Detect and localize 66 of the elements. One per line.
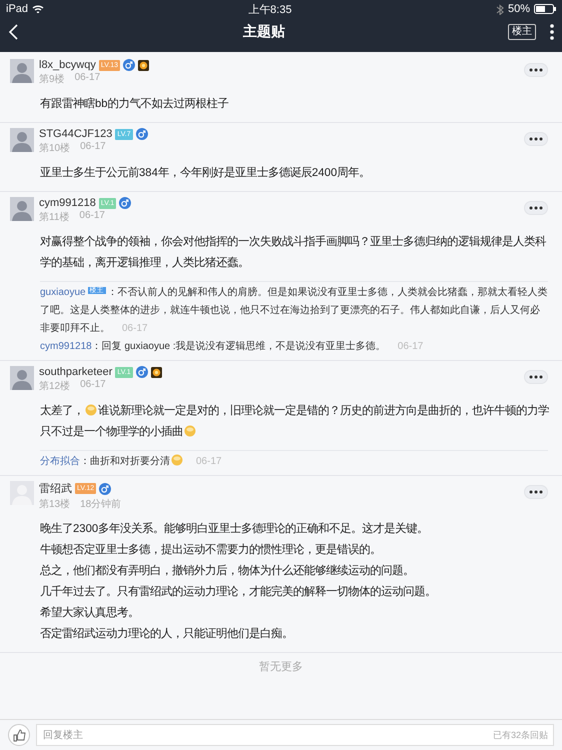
battery-icon	[534, 4, 556, 14]
emoji-icon	[171, 454, 183, 466]
floor-number: 第9楼	[39, 72, 65, 86]
wifi-icon	[32, 4, 44, 14]
post-time: 06-17	[80, 379, 106, 392]
emoji-icon	[184, 425, 196, 437]
male-icon	[123, 59, 135, 71]
reply-text: guxiaoyue $^{楼主}$ ：不否认前人的见解和伟人的肩膀。但是如果说没有亚里士多德，人类就会比猪蠢，那就太看轻人类了吧。这是人类整体的进步，就连牛顿也说，他只不过在海边拾到了更漂亮的石子。伟人都如此自谦，后人又何必非要叩拜不止。 06-17	[40, 285, 548, 336]
username[interactable]: cym991218	[39, 197, 96, 209]
male-icon	[119, 197, 132, 209]
floor-number: 第11楼	[39, 210, 70, 224]
more-icon[interactable]	[550, 24, 554, 40]
male-icon	[136, 366, 148, 378]
reply-time: 06-17	[196, 456, 222, 467]
post-time: 06-17	[79, 210, 105, 223]
post-time: 18分钟前	[80, 498, 122, 511]
username[interactable]: 雷绍武	[39, 481, 72, 496]
emoji-icon	[85, 404, 97, 416]
post-time: 06-17	[80, 141, 106, 154]
reply-time: 06-17	[122, 323, 148, 334]
owner-only-button[interactable]: 楼主	[508, 24, 536, 40]
male-icon	[136, 128, 148, 140]
more-icon	[529, 206, 543, 210]
more-icon	[529, 68, 543, 72]
floor-number: 第13楼	[39, 498, 70, 511]
battery-percent: 50%	[508, 3, 530, 15]
clock: 上午8:35	[247, 2, 293, 16]
floor-number: 第10楼	[39, 142, 70, 155]
avatar-icon	[10, 366, 34, 390]
avatar-icon	[10, 59, 34, 83]
male-icon	[99, 482, 112, 494]
bluetooth-icon	[496, 4, 504, 14]
post-time: 06-17	[74, 72, 100, 85]
thumbs-up-icon	[12, 728, 26, 742]
like-button[interactable]	[8, 724, 30, 746]
reply-text: cym991218：回复 guxiaoyue :我是说没有逻辑思维，不是说没有亚里士多德。 06-17	[40, 340, 424, 354]
more-button[interactable]	[524, 370, 548, 384]
username[interactable]: l8x_bcywqy	[39, 59, 96, 71]
reply-author[interactable]: 分布拟合	[40, 456, 80, 467]
owner-tag: 楼主	[88, 287, 106, 294]
post-text: 有跟雷神瞎bb的力气不如去过两根柱子	[39, 96, 230, 112]
more-icon	[529, 375, 543, 379]
reply-count: 已有32条回贴	[492, 729, 548, 742]
avatar-icon	[10, 197, 34, 221]
end-of-list-text: 暂无更多	[258, 660, 304, 675]
post-text: 亚里士多生于公元前384年，今年刚好是亚里士多德诞辰2400周年。	[39, 166, 371, 181]
more-button[interactable]	[524, 201, 548, 215]
page-title: 主题贴	[242, 23, 286, 41]
post-text: 对赢得整个战争的领袖，你会对他指挥的一次失败战斗指手画脚吗？亚里士多德归纳的逻辑规律是人类科学的基础，离开逻辑推理，人类比猪还蠢。	[39, 234, 548, 271]
more-icon	[529, 137, 543, 141]
more-button[interactable]	[524, 132, 548, 146]
device-name: iPad	[6, 3, 28, 15]
more-button[interactable]	[524, 485, 548, 499]
username[interactable]: STG44CJF123	[39, 128, 112, 140]
username[interactable]: southparketeer	[39, 366, 112, 378]
reply-time: 06-17	[398, 341, 424, 352]
reply-text: 分布拟合：曲折和对折要分清 06-17	[40, 453, 223, 469]
reply-author[interactable]: guxiaoyue	[40, 287, 86, 298]
post-text: 晚生了2300多年没关系。能够明白亚里士多德理论的正确和不足。这才是关键。 牛顿想否定亚里士多德，提出运动不需要力的惯性理论，更是错误的。 总之，他们都没有弄明白，撤销外力后，物体为什么还能够继续运动的问题。 几千年过去了。只有雷绍武的运动力理论，才能完美的解释一切物体的运动问题。 希望大家认真思考。 否定雷绍武运动力理论的人，只能证明他们是白痴。	[39, 521, 437, 642]
more-button[interactable]	[524, 63, 548, 77]
back-icon[interactable]	[8, 23, 20, 41]
post-text: 太差了， 谁说新理论就一定是对的，旧理论就一定是错的？历史的前进方向是曲折的，也许牛顿的力学只不过是一个物理学的小插曲	[39, 403, 550, 440]
more-icon	[529, 490, 543, 494]
floor-number: 第12楼	[39, 380, 70, 393]
avatar-icon	[10, 128, 34, 152]
reply-author[interactable]: cym991218	[40, 341, 92, 352]
